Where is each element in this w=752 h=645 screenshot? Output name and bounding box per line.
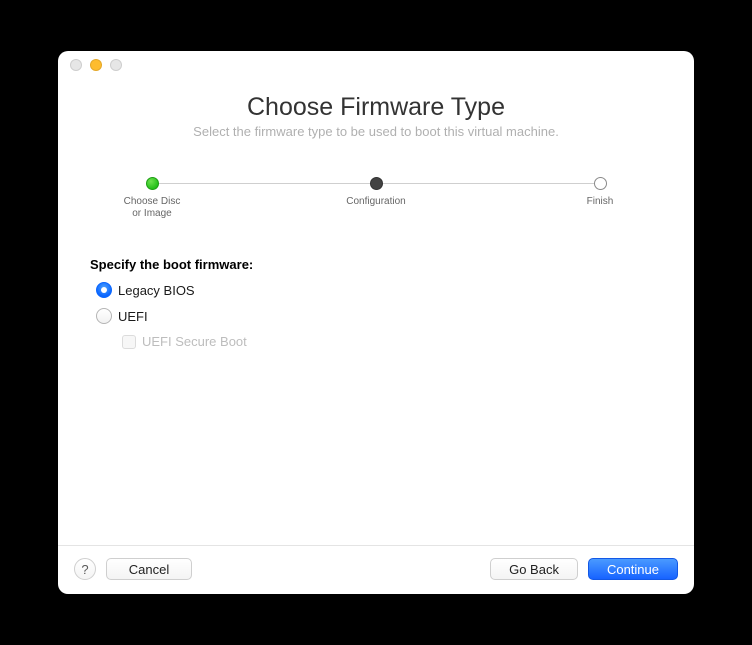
checkbox-label: UEFI Secure Boot <box>142 334 247 349</box>
footer: ? Cancel Go Back Continue <box>58 545 694 594</box>
go-back-button[interactable]: Go Back <box>490 558 578 580</box>
close-icon[interactable] <box>70 59 82 71</box>
minimize-icon[interactable] <box>90 59 102 71</box>
dialog-window: Choose Firmware Type Select the firmware… <box>58 51 694 594</box>
cancel-button[interactable]: Cancel <box>106 558 192 580</box>
step-label: Finish <box>587 196 614 208</box>
step-finish: Finish <box>564 177 636 220</box>
firmware-form: Specify the boot firmware: Legacy BIOS U… <box>86 257 666 349</box>
wizard-stepper: Choose Disc or Image Configuration Finis… <box>86 177 666 221</box>
help-button[interactable]: ? <box>74 558 96 580</box>
continue-button[interactable]: Continue <box>588 558 678 580</box>
radio-label: Legacy BIOS <box>118 283 195 298</box>
checkbox-uefi-secure-boot: UEFI Secure Boot <box>122 334 666 349</box>
step-configuration: Configuration <box>340 177 412 220</box>
radio-uefi[interactable]: UEFI <box>96 308 666 324</box>
section-label: Specify the boot firmware: <box>90 257 666 272</box>
titlebar <box>58 51 694 79</box>
step-label: Configuration <box>346 196 405 208</box>
step-choose-disc: Choose Disc or Image <box>116 177 188 220</box>
step-dot-pending-icon <box>594 177 607 190</box>
radio-legacy-bios[interactable]: Legacy BIOS <box>96 282 666 298</box>
zoom-icon[interactable] <box>110 59 122 71</box>
heading: Choose Firmware Type Select the firmware… <box>86 93 666 139</box>
radio-icon[interactable] <box>96 308 112 324</box>
button-label: Cancel <box>129 562 169 577</box>
button-label: Go Back <box>509 562 559 577</box>
page-subtitle: Select the firmware type to be used to b… <box>86 124 666 139</box>
radio-label: UEFI <box>118 309 148 324</box>
checkbox-icon <box>122 335 136 349</box>
step-dot-active-icon <box>370 177 383 190</box>
step-label: Choose Disc or Image <box>124 196 181 220</box>
step-dot-done-icon <box>146 177 159 190</box>
button-label: Continue <box>607 562 659 577</box>
help-icon: ? <box>81 562 88 577</box>
radio-icon[interactable] <box>96 282 112 298</box>
page-title: Choose Firmware Type <box>86 93 666 122</box>
content-area: Choose Firmware Type Select the firmware… <box>58 79 694 545</box>
